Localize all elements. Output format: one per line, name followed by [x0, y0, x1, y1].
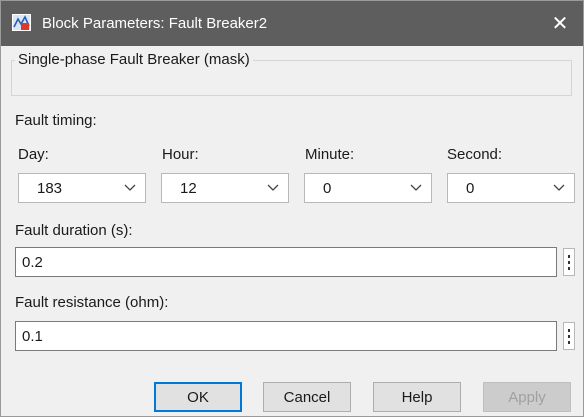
title-bar[interactable]: Block Parameters: Fault Breaker2 ✕ [1, 1, 583, 46]
hour-label: Hour: [162, 146, 199, 163]
chevron-down-icon [267, 184, 279, 191]
day-label: Day: [18, 146, 49, 163]
help-button[interactable]: Help [373, 382, 461, 412]
ok-button[interactable]: OK [154, 382, 242, 412]
fault-duration-field[interactable] [15, 247, 557, 277]
dot [568, 341, 570, 344]
window-title: Block Parameters: Fault Breaker2 [42, 15, 268, 32]
mask-title: Single-phase Fault Breaker (mask) [15, 50, 253, 70]
fault-resistance-options-button[interactable] [563, 322, 575, 350]
chevron-down-icon [553, 184, 565, 191]
hour-value: 12 [180, 180, 197, 197]
dot [568, 255, 570, 258]
dot [568, 267, 570, 270]
close-button[interactable]: ✕ [537, 1, 583, 46]
fault-duration-options-button[interactable] [563, 248, 575, 276]
dot [568, 261, 570, 264]
dot [568, 335, 570, 338]
second-label: Second: [447, 146, 503, 163]
simulink-block-icon [12, 14, 31, 31]
block-parameters-dialog: Block Parameters: Fault Breaker2 ✕ Singl… [0, 0, 584, 417]
hour-dropdown[interactable]: 12 [161, 173, 289, 203]
close-icon: ✕ [551, 12, 569, 35]
minute-value: 0 [323, 180, 332, 197]
day-dropdown[interactable]: 183 [18, 173, 146, 203]
chevron-down-icon [124, 184, 136, 191]
day-value: 183 [37, 180, 63, 197]
fault-timing-heading: Fault timing: [15, 112, 97, 129]
fault-duration-label: Fault duration (s): [15, 222, 133, 239]
apply-button[interactable]: Apply [483, 382, 571, 412]
minute-label: Minute: [305, 146, 355, 163]
chevron-down-icon [410, 184, 422, 191]
fault-resistance-label: Fault resistance (ohm): [15, 294, 169, 311]
fault-resistance-field[interactable] [15, 321, 557, 351]
cancel-button[interactable]: Cancel [263, 382, 351, 412]
minute-dropdown[interactable]: 0 [304, 173, 432, 203]
second-value: 0 [466, 180, 475, 197]
second-dropdown[interactable]: 0 [447, 173, 575, 203]
dot [568, 329, 570, 332]
